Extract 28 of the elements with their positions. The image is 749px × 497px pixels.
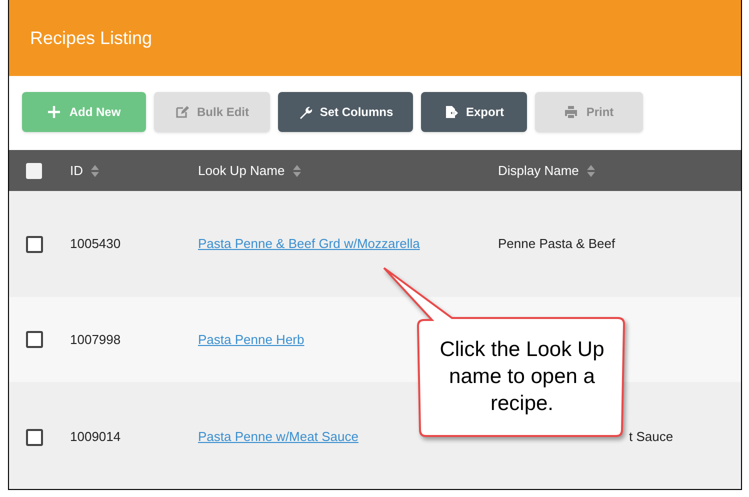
select-all-checkbox[interactable] <box>26 162 42 178</box>
row-checkbox[interactable] <box>26 236 43 252</box>
recipe-link[interactable]: Pasta Penne Herb <box>198 330 304 350</box>
callout-text: Click the Look Up name to open a recipe. <box>438 337 606 417</box>
recipe-link[interactable]: Pasta Penne w/Meat Sauce <box>198 427 358 447</box>
pencil-square-icon <box>174 105 189 119</box>
id-cell-text: 1007998 <box>70 330 121 349</box>
display-name-cell-text: t Sauce <box>629 428 674 446</box>
toolbar-button[interactable]: Add New <box>22 92 146 132</box>
row-checkbox[interactable] <box>26 331 43 348</box>
wrench-icon <box>298 105 312 119</box>
printer-icon <box>564 105 578 119</box>
display-name-cell-text: Penne Pasta & Beef <box>498 235 616 254</box>
sort-icon[interactable] <box>292 164 301 176</box>
column-header[interactable]: Look Up Name <box>198 160 285 180</box>
sort-icon[interactable] <box>586 164 595 176</box>
recipe-link[interactable]: Pasta Penne & Beef Grd w/Mozzarella <box>198 234 420 254</box>
column-header[interactable]: ID <box>70 160 83 180</box>
row-checkbox[interactable] <box>26 428 43 446</box>
toolbar-button[interactable]: Set Columns <box>278 92 413 132</box>
page-title: Recipes Listing <box>30 26 152 50</box>
column-header[interactable]: Display Name <box>498 160 579 180</box>
id-cell-text: 1005430 <box>70 235 121 254</box>
sort-icon[interactable] <box>91 164 99 176</box>
id-cell-text: 1009014 <box>70 428 121 446</box>
plus-icon <box>47 105 62 119</box>
file-export-icon <box>444 105 458 119</box>
toolbar-button[interactable]: Export <box>421 92 527 132</box>
